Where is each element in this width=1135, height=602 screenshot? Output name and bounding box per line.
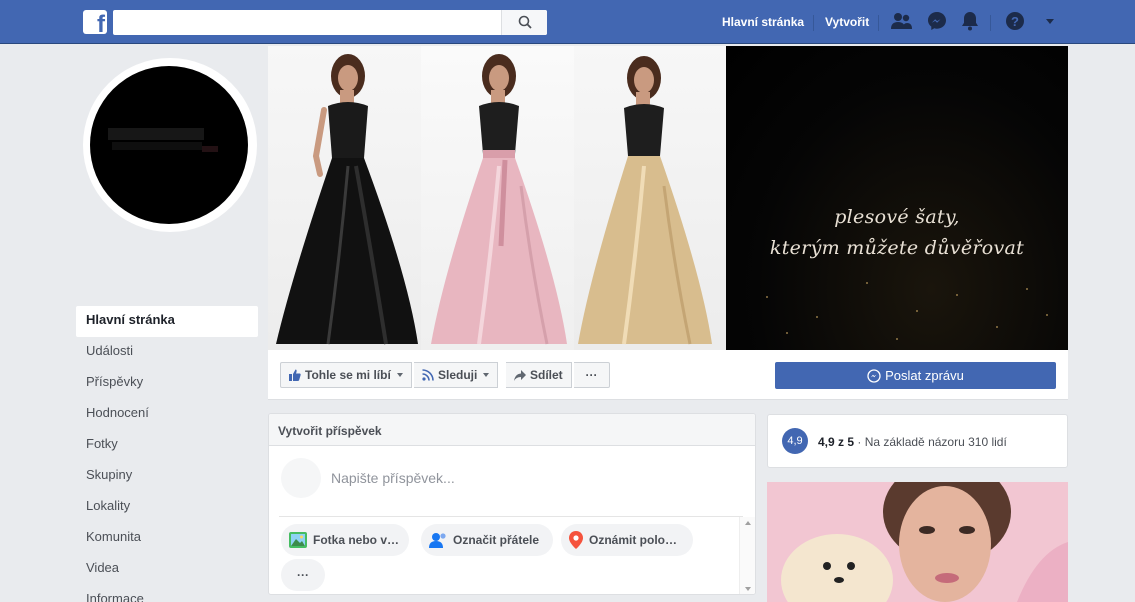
cover-photo[interactable]: plesové šaty, kterým můžete důvěřovat [268,46,1068,350]
send-message-button[interactable]: Poslat zprávu [775,362,1056,389]
messenger-icon [867,369,881,383]
feeling-activity-label: Oznámit polo… [589,533,677,547]
cover-tagline-line-2: kterým můžete důvěřovat [769,237,1025,259]
photo-video-button[interactable]: Fotka nebo v… [281,524,409,556]
cover-panel-tagline [726,46,1068,350]
photo-video-label: Fotka nebo v… [313,533,400,547]
cover-panel-gold-dress [574,46,726,350]
top-navigation-bar: f Hlavní stránka Vytvořit ? [0,0,1135,44]
notifications-icon[interactable] [961,11,979,31]
account-menu-caret-icon[interactable] [1045,18,1055,26]
more-actions-label: ··· [585,368,598,382]
nav-create-link[interactable]: Vytvořit [825,15,869,29]
nav-separator [990,15,991,31]
share-button[interactable]: Sdílet [506,362,572,388]
sidebar-item-videos[interactable]: Videa [76,554,258,585]
featured-photo-card[interactable] [767,482,1068,602]
rating-summary-text: 4,9 z 5 · Na základě názoru 310 lidí [818,435,1007,449]
sidebar-item-about[interactable]: Informace [76,585,258,602]
chevron-down-icon [396,373,403,377]
scroll-down-icon[interactable] [745,587,751,591]
tag-friends-icon [429,533,446,548]
rating-summary-card[interactable]: 4,9 4,9 z 5 · Na základě názoru 310 lidí [767,414,1068,468]
post-input[interactable]: Napište příspěvek... [331,470,455,486]
location-pin-icon [569,531,583,549]
cover-tagline-line-1: plesové šaty, [834,206,960,228]
rating-basis: · Na základě názoru 310 lidí [854,435,1007,449]
sidebar-item-groups[interactable]: Skupiny [76,461,258,492]
gold-dress-model-image [578,56,712,345]
cover-panel-pink-dress [421,46,574,350]
follow-button[interactable]: Sleduji [414,362,499,388]
facebook-logo-icon[interactable]: f [83,10,107,34]
sidebar-item-photos[interactable]: Fotky [76,430,258,461]
tag-friends-label: Označit přátele [453,533,540,547]
cover-panel-black-dress [268,46,421,350]
sidebar-item-reviews[interactable]: Hodnocení [76,399,258,430]
follow-button-label: Sleduji [438,368,478,382]
share-arrow-icon [514,369,526,381]
rating-badge: 4,9 [782,428,808,454]
tag-friends-button[interactable]: Označit přátele [421,524,553,556]
nav-home-link[interactable]: Hlavní stránka [722,15,804,29]
friends-icon[interactable] [891,11,913,31]
chevron-down-icon [483,373,490,377]
search-icon [518,15,532,29]
rss-follow-icon [422,369,434,381]
black-dress-model-image [276,54,418,345]
composer-more-button[interactable]: ··· [281,559,325,591]
like-button-label: Tohle se mi líbí [305,368,391,382]
sidebar-item-home[interactable]: Hlavní stránka [76,306,258,337]
help-icon[interactable]: ? [1005,11,1025,31]
sidebar-item-locations[interactable]: Lokality [76,492,258,523]
photo-icon [289,532,307,548]
messenger-icon[interactable] [927,11,947,31]
sidebar-item-community[interactable]: Komunita [76,523,258,554]
like-button[interactable]: Tohle se mi líbí [280,362,412,388]
composer-scrollbar[interactable] [739,517,755,594]
scroll-up-icon[interactable] [745,521,751,525]
feeling-activity-button[interactable]: Oznámit polo… [561,524,693,556]
sidebar-item-events[interactable]: Události [76,337,258,368]
sidebar-item-posts[interactable]: Příspěvky [76,368,258,399]
woman-with-puppy-image [767,482,1068,602]
nav-separator [878,15,879,31]
divider [279,516,743,517]
composer-more-label: ··· [297,568,309,582]
rating-score: 4,9 z 5 [818,435,855,449]
send-message-label: Poslat zprávu [885,368,964,383]
page-sidebar-nav: Hlavní stránka Události Příspěvky Hodnoc… [76,306,258,602]
avatar [281,458,321,498]
more-actions-button[interactable]: ··· [574,362,610,388]
pink-dress-model-image [431,54,567,345]
search-input[interactable] [113,10,547,35]
share-button-label: Sdílet [530,368,563,382]
profile-picture[interactable] [90,66,248,224]
search-button[interactable] [501,10,547,35]
composer-title: Vytvořit příspěvek [269,414,755,446]
svg-text:?: ? [1011,14,1019,29]
create-post-composer: Vytvořit příspěvek Napište příspěvek... … [268,413,756,595]
thumbs-up-icon [289,369,301,381]
nav-separator [813,15,814,31]
